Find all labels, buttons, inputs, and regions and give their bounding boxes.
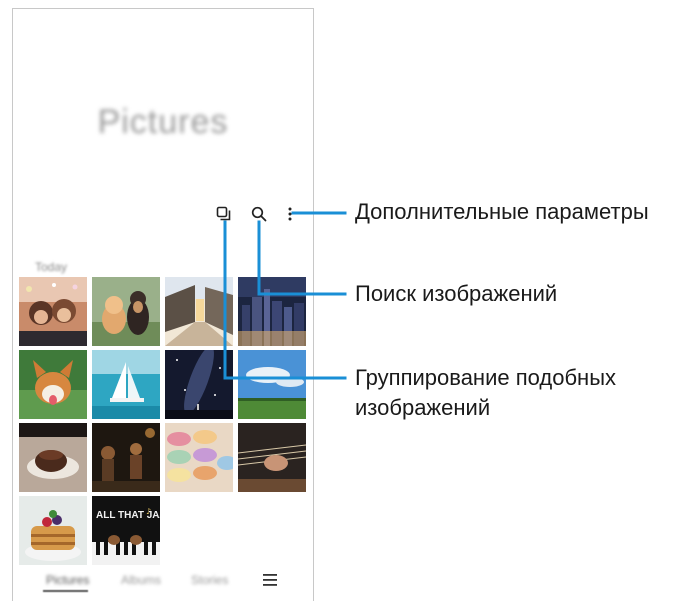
group-similar-leader-line <box>223 220 347 380</box>
group-similar-callout-line2: изображений <box>355 395 491 420</box>
search-callout: Поиск изображений <box>355 281 558 306</box>
search-leader-line <box>257 220 347 296</box>
callout-lines <box>223 211 347 380</box>
more-options-callout: Дополнительные параметры <box>355 199 649 224</box>
group-similar-callout-line1: Группирование подобных <box>355 365 617 390</box>
